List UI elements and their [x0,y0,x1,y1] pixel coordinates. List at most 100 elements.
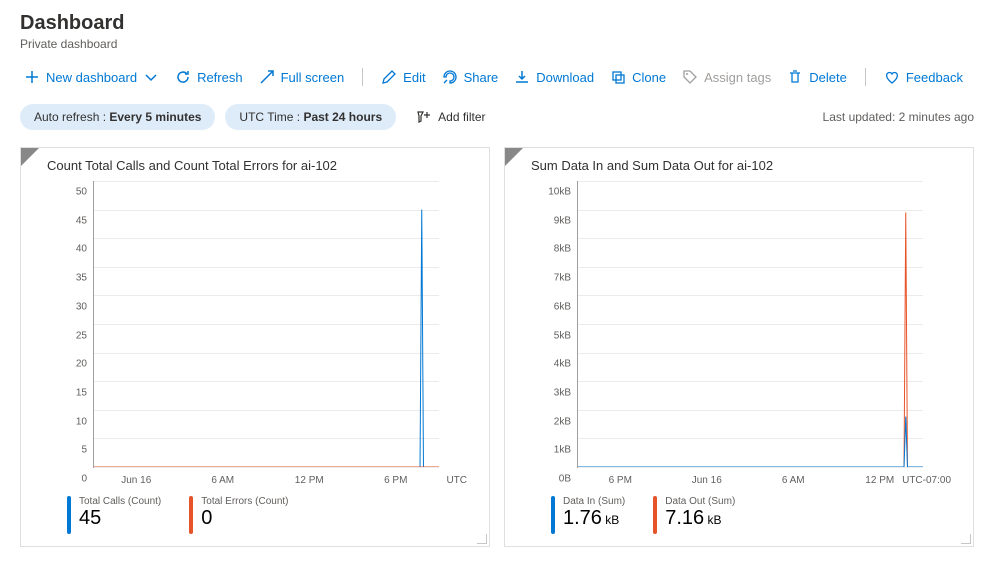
y-tick-label: 25 [49,330,87,341]
last-updated-text: Last updated: 2 minutes ago [823,110,974,124]
tile-title: Sum Data In and Sum Data Out for ai-102 [531,158,959,173]
page-subtitle: Private dashboard [20,37,974,51]
legend-value: 1.76 kB [563,507,625,530]
series-line [578,417,923,467]
heart-icon [884,69,900,85]
share-label: Share [464,70,499,85]
edit-label: Edit [403,70,425,85]
x-tick-label: 6 AM [211,475,234,486]
x-tick-label: 6 PM [384,475,407,486]
filter-add-icon [416,109,432,125]
legend-item[interactable]: Data In (Sum)1.76 kB [551,496,625,534]
edit-button[interactable]: Edit [377,65,429,89]
feedback-label: Feedback [906,70,963,85]
chart-area: 05101520253035404550Jun 166 AM12 PM6 PMU… [63,177,467,490]
y-tick-label: 4kB [533,359,571,370]
download-button[interactable]: Download [510,65,598,89]
tag-icon [682,69,698,85]
legend-value: 7.16 kB [665,507,735,530]
clone-label: Clone [632,70,666,85]
series-line [94,210,439,467]
y-tick-label: 10 [49,416,87,427]
filter-icon[interactable] [505,148,523,166]
tile-title: Count Total Calls and Count Total Errors… [47,158,475,173]
page-title: Dashboard [20,12,124,35]
y-tick-label: 15 [49,387,87,398]
full-screen-label: Full screen [281,70,345,85]
y-tick-label: 9kB [533,215,571,226]
separator [865,68,866,86]
filter-icon[interactable] [21,148,39,166]
auto-refresh-label: Auto refresh : [34,110,109,124]
y-tick-label: 30 [49,301,87,312]
legend-item[interactable]: Data Out (Sum)7.16 kB [653,496,735,534]
auto-refresh-value: Every 5 minutes [109,110,201,124]
assign-tags-button[interactable]: Assign tags [678,65,775,89]
full-screen-button[interactable]: Full screen [255,65,349,89]
y-tick-label: 7kB [533,273,571,284]
y-tick-label: 8kB [533,244,571,255]
download-icon [514,69,530,85]
refresh-label: Refresh [197,70,243,85]
x-tick-label: 6 PM [609,475,632,486]
separator [362,68,363,86]
y-tick-label: 5 [49,445,87,456]
clone-button[interactable]: Clone [606,65,670,89]
x-tick-label: Jun 16 [692,475,722,486]
legend-color-bar [551,496,555,534]
plus-icon [24,69,40,85]
legend-item[interactable]: Total Calls (Count)45 [67,496,161,534]
y-tick-label: 40 [49,244,87,255]
y-tick-label: 0 [49,474,87,485]
add-filter-button[interactable]: Add filter [406,103,495,131]
tile-total-calls[interactable]: Count Total Calls and Count Total Errors… [20,147,490,547]
download-label: Download [536,70,594,85]
auto-refresh-pill[interactable]: Auto refresh : Every 5 minutes [20,104,215,130]
chart-legend: Data In (Sum)1.76 kB Data Out (Sum)7.16 k… [551,496,959,534]
filter-bar: Auto refresh : Every 5 minutes UTC Time … [20,103,974,131]
resize-handle[interactable] [477,534,487,544]
fullscreen-icon [259,69,275,85]
y-tick-label: 6kB [533,301,571,312]
chart-legend: Total Calls (Count)45 Total Errors (Count… [67,496,475,534]
y-tick-label: 50 [49,187,87,198]
y-tick-label: 0B [533,474,571,485]
assign-tags-label: Assign tags [704,70,771,85]
share-icon [442,69,458,85]
feedback-button[interactable]: Feedback [880,65,967,89]
refresh-icon [175,69,191,85]
legend-label: Data Out (Sum) [665,496,735,507]
y-tick-label: 2kB [533,416,571,427]
legend-label: Data In (Sum) [563,496,625,507]
x-tick-label: Jun 16 [121,475,151,486]
toolbar: New dashboard Refresh Full screen Edit S… [20,65,974,89]
new-dashboard-button[interactable]: New dashboard [20,65,163,89]
chart-area: 0B1kB2kB3kB4kB5kB6kB7kB8kB9kB10kB6 PMJun… [547,177,951,490]
x-axis-unit: UTC [446,475,467,486]
y-tick-label: 35 [49,273,87,284]
time-range-pill[interactable]: UTC Time : Past 24 hours [225,104,396,130]
new-dashboard-label: New dashboard [46,70,137,85]
utc-value: Past 24 hours [303,110,382,124]
y-tick-label: 1kB [533,445,571,456]
resize-handle[interactable] [961,534,971,544]
delete-button[interactable]: Delete [783,65,851,89]
add-filter-label: Add filter [438,110,485,124]
clone-icon [610,69,626,85]
x-tick-label: 12 PM [295,475,324,486]
y-tick-label: 5kB [533,330,571,341]
y-tick-label: 10kB [533,187,571,198]
legend-value: 0 [201,507,288,530]
pencil-icon [381,69,397,85]
legend-label: Total Errors (Count) [201,496,288,507]
tiles-grid: Count Total Calls and Count Total Errors… [20,147,974,547]
legend-value: 45 [79,507,161,530]
refresh-button[interactable]: Refresh [171,65,247,89]
legend-label: Total Calls (Count) [79,496,161,507]
y-tick-label: 3kB [533,387,571,398]
legend-color-bar [653,496,657,534]
legend-item[interactable]: Total Errors (Count)0 [189,496,288,534]
tile-data-in-out[interactable]: Sum Data In and Sum Data Out for ai-102 … [504,147,974,547]
share-button[interactable]: Share [438,65,503,89]
y-tick-label: 20 [49,359,87,370]
